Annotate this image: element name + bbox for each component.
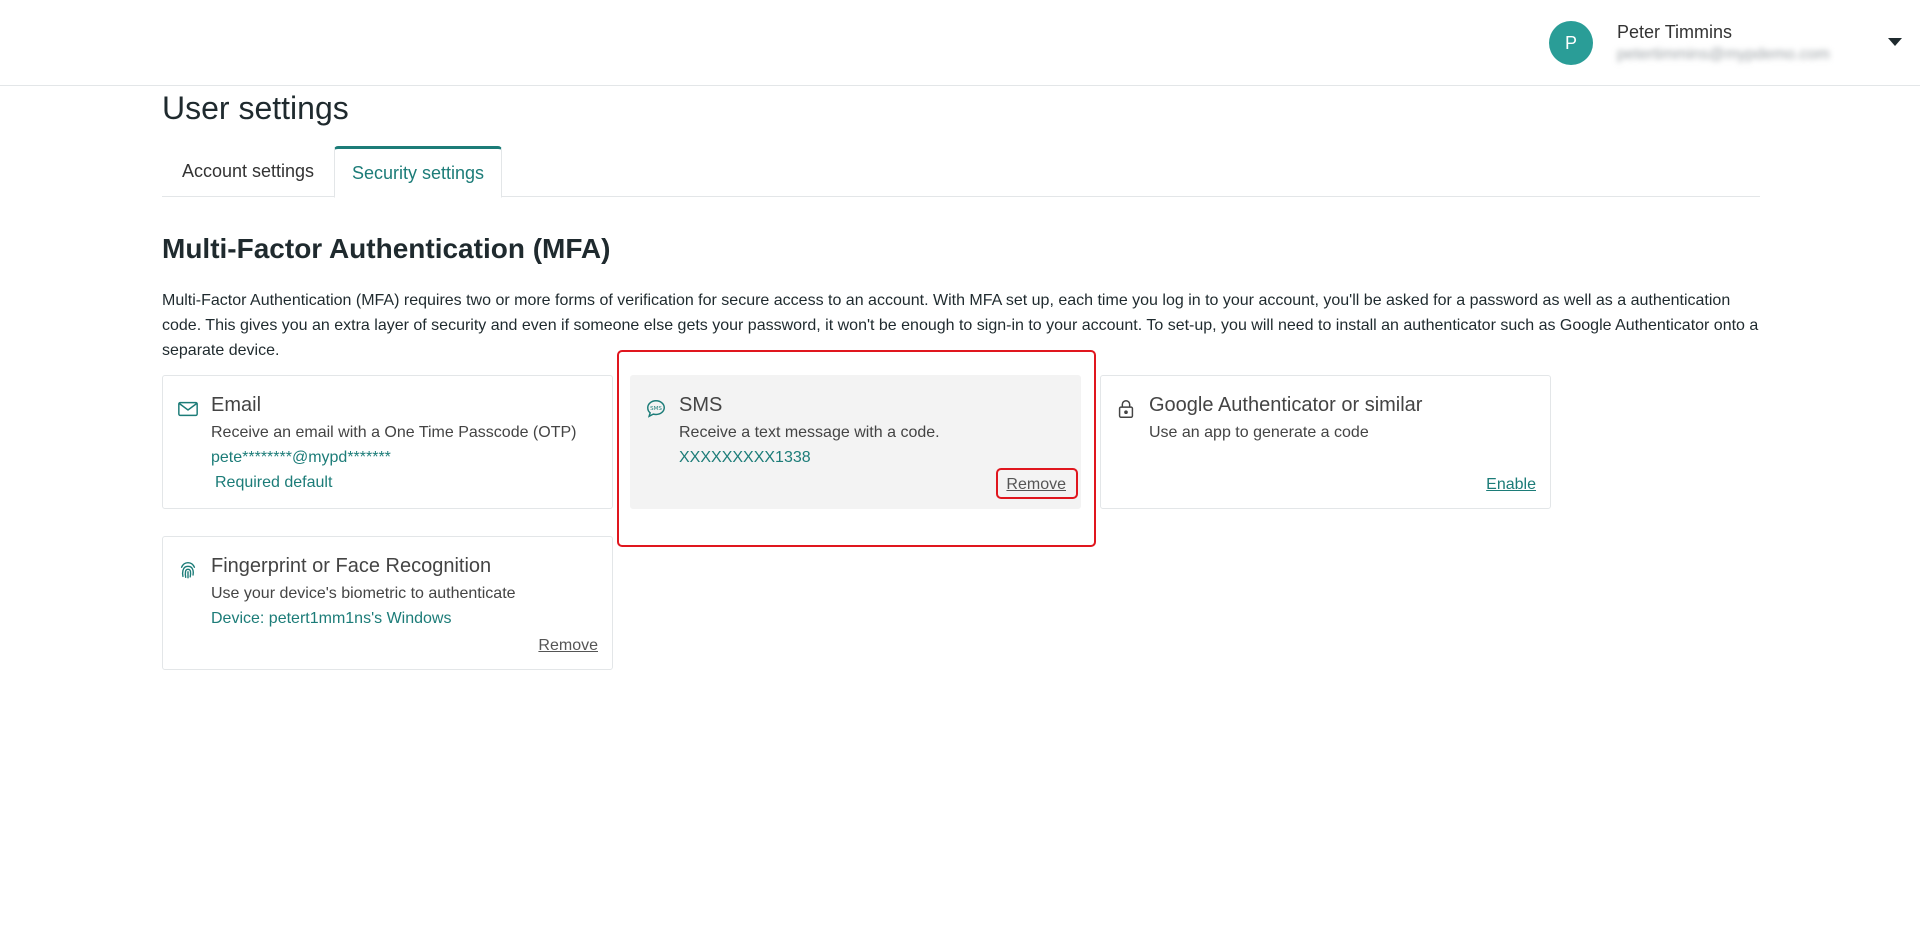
sms-bubble-icon: SMS <box>647 400 665 418</box>
mfa-card-sms: SMS SMS Receive a text message with a co… <box>630 375 1081 509</box>
required-default-badge: Required default <box>215 474 333 491</box>
envelope-icon <box>178 401 198 417</box>
fingerprint-icon <box>180 561 196 579</box>
lock-icon <box>1118 400 1134 418</box>
mfa-card-description: Use your device's biometric to authentic… <box>211 585 516 602</box>
fingerprint-remove-link[interactable]: Remove <box>538 637 598 655</box>
user-email: petertimmins@mypdemo.com <box>1617 46 1830 63</box>
page-title: User settings <box>162 90 349 126</box>
mfa-card-description: Receive an email with a One Time Passcod… <box>211 424 577 441</box>
masked-phone-number: XXXXXXXXX1338 <box>679 449 811 466</box>
registered-device: Device: petert1mm1ns's Windows <box>211 610 452 627</box>
mfa-card-title: Google Authenticator or similar <box>1149 394 1423 416</box>
user-name[interactable]: Peter Timmins <box>1617 22 1732 43</box>
mfa-heading: Multi-Factor Authentication (MFA) <box>162 233 611 264</box>
top-bar: P Peter Timmins petertimmins@mypdemo.com <box>0 0 1920 86</box>
svg-text:SMS: SMS <box>650 406 662 412</box>
mfa-card-title: Email <box>211 394 262 416</box>
tab-security-settings[interactable]: Security settings <box>334 146 502 198</box>
mfa-card-fingerprint: Fingerprint or Face Recognition Use your… <box>162 536 613 670</box>
google-enable-link[interactable]: Enable <box>1486 476 1536 494</box>
settings-tabs: Account settings Security settings <box>162 146 1760 198</box>
mfa-card-title: SMS <box>679 394 723 416</box>
caret-down-icon[interactable] <box>1888 38 1902 46</box>
mfa-card-email: Email Receive an email with a One Time P… <box>162 375 613 509</box>
mfa-card-description: Receive a text message with a code. <box>679 424 940 441</box>
mfa-card-google-authenticator: Google Authenticator or similar Use an a… <box>1100 375 1551 509</box>
masked-email: pete********@mypd******* <box>211 449 391 466</box>
mfa-description: Multi-Factor Authentication (MFA) requir… <box>162 292 1759 359</box>
mfa-card-description: Use an app to generate a code <box>1149 424 1369 441</box>
sms-remove-link[interactable]: Remove <box>1006 476 1066 494</box>
mfa-card-title: Fingerprint or Face Recognition <box>211 555 492 577</box>
avatar[interactable]: P <box>1549 21 1593 65</box>
tab-account-settings[interactable]: Account settings <box>162 146 334 197</box>
